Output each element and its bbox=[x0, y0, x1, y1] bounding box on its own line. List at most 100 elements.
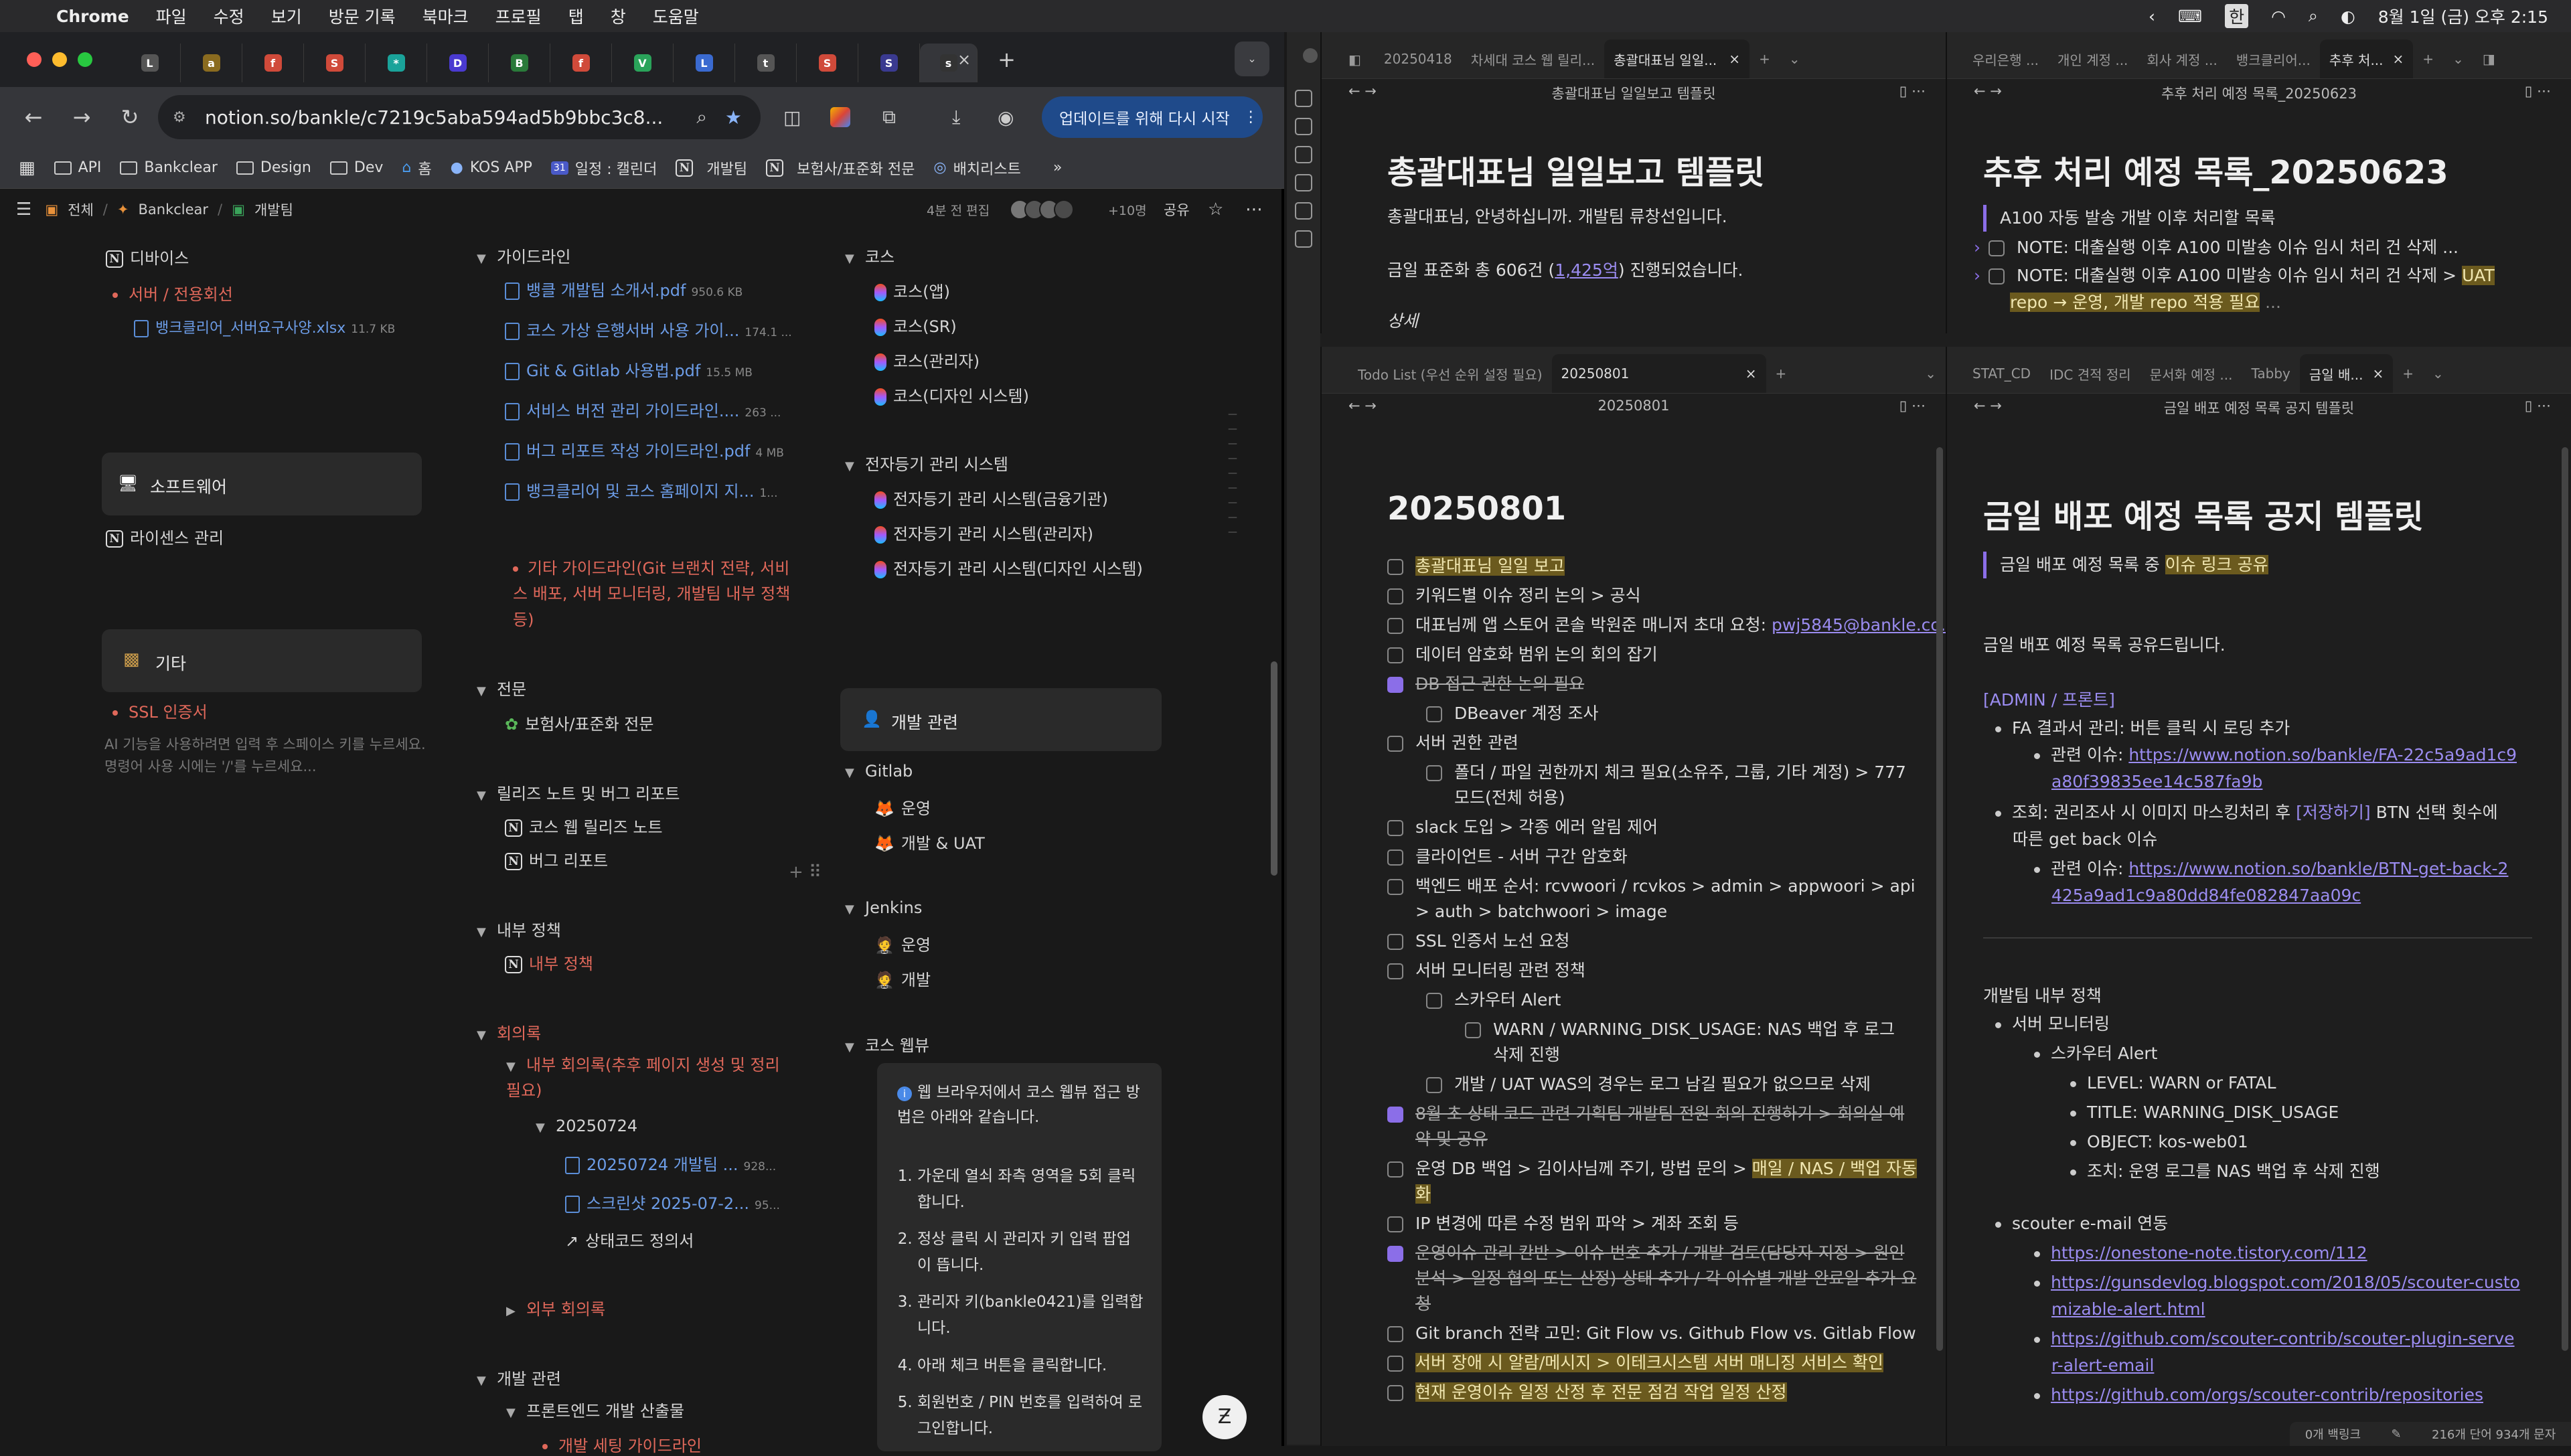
new-tab-button[interactable]: + bbox=[998, 47, 1016, 72]
back-icon[interactable]: ← → bbox=[1348, 83, 1377, 99]
browser-tab[interactable]: D bbox=[427, 44, 489, 82]
browser-tab[interactable]: a bbox=[181, 44, 242, 82]
gitlab-link[interactable]: 🦊 운영 bbox=[874, 795, 931, 819]
todo-checkbox[interactable] bbox=[1387, 1107, 1403, 1123]
tab-docs[interactable]: 문서화 예정 ... bbox=[2140, 354, 2242, 393]
browser-tab[interactable]: f bbox=[242, 44, 304, 82]
tab-woori[interactable]: 우리은행 ... bbox=[1963, 39, 2048, 78]
favorite-star-icon[interactable]: ☆ bbox=[1208, 199, 1223, 220]
bookmark-bankclear[interactable]: Bankclear bbox=[120, 159, 218, 176]
chevron-left-icon[interactable]: ‹ bbox=[2149, 7, 2155, 26]
menu-bookmarks[interactable]: 북마크 bbox=[422, 4, 469, 28]
bookmark-api[interactable]: API bbox=[54, 159, 101, 176]
new-tab-button[interactable]: + bbox=[2393, 354, 2423, 393]
menubar-clock[interactable]: 8월 1일 (금) 오후 2:15 bbox=[2378, 4, 2548, 28]
issue-link[interactable]: https://www.notion.so/bankle/BTN-get-bac… bbox=[2128, 859, 2508, 878]
attachment-file[interactable]: 버그 리포트 작성 가이드라인.pdf 4 MB bbox=[505, 438, 784, 461]
todo-checkbox[interactable] bbox=[1426, 706, 1442, 722]
menu-tab[interactable]: 탭 bbox=[568, 4, 584, 28]
tab-list-icon[interactable]: ⌄ bbox=[1916, 354, 1946, 393]
browser-tab[interactable]: B bbox=[489, 44, 550, 82]
attachment-file[interactable]: 뱅크클리어 및 코스 홈페이지 지... 1... bbox=[505, 478, 777, 501]
toggle-policy[interactable]: ▼ 내부 정책 bbox=[477, 917, 561, 941]
todo-checkbox[interactable] bbox=[1387, 820, 1403, 836]
issue-link[interactable]: https://www.notion.so/bankle/FA-22c5a9ad… bbox=[2128, 745, 2517, 764]
reading-mode-icon[interactable]: ▯ ⋯ bbox=[2525, 398, 2551, 414]
figma-link[interactable]: 전자등기 관리 시스템(디자인 시스템) bbox=[874, 556, 1143, 579]
forward-button[interactable]: → bbox=[67, 104, 96, 130]
toggle-triangle-icon[interactable]: ▼ bbox=[536, 1121, 556, 1135]
close-tab-icon[interactable]: × bbox=[1745, 366, 1757, 382]
browser-tab[interactable]: L bbox=[674, 44, 735, 82]
browser-tab[interactable]: t bbox=[735, 44, 797, 82]
todo-checkbox[interactable] bbox=[1426, 765, 1442, 781]
issue-link[interactable]: 425a9ad1c9a80dd84fe082847aa09c bbox=[2051, 886, 2361, 905]
menu-window[interactable]: 창 bbox=[611, 4, 626, 28]
todo-checkbox[interactable] bbox=[1387, 1326, 1403, 1342]
todo-checkbox[interactable] bbox=[1387, 1216, 1403, 1232]
toggle-gitlab[interactable]: ▼ Gitlab bbox=[845, 762, 913, 781]
toggle-date[interactable]: ▼ 20250724 bbox=[536, 1117, 637, 1135]
menu-icon[interactable]: ☰ bbox=[16, 199, 31, 220]
todo-checkbox[interactable] bbox=[1426, 1077, 1442, 1093]
minimize-window-button[interactable] bbox=[52, 52, 67, 67]
toggle-release[interactable]: ▼ 릴리즈 노트 및 버그 리포트 bbox=[477, 781, 680, 804]
gitlab-link[interactable]: 🦊 개발 & UAT bbox=[874, 830, 985, 854]
attachment-file[interactable]: 뱅클 개발팀 소개서.pdf 950.6 KB bbox=[505, 277, 743, 301]
issue-link[interactable]: a80f39835ee14c587fa9b bbox=[2051, 772, 2262, 791]
menu-file[interactable]: 파일 bbox=[156, 4, 187, 28]
toggle-jenkins[interactable]: ▼ Jenkins bbox=[845, 898, 922, 917]
files-icon[interactable] bbox=[1295, 90, 1312, 107]
figma-link[interactable]: 코스(앱) bbox=[874, 278, 950, 302]
people-count[interactable]: +10명 bbox=[1108, 201, 1147, 219]
attachment-file[interactable]: 코스 가상 은행서버 사용 가이... 174.1 ... bbox=[505, 317, 792, 341]
tab-daily-report[interactable]: 총괄대표님 일일... × bbox=[1604, 39, 1750, 78]
apps-grid-icon[interactable]: ▦ bbox=[19, 158, 35, 178]
tab-20250418[interactable]: 20250418 bbox=[1375, 39, 1462, 78]
save-link[interactable]: [저장하기] bbox=[2296, 803, 2371, 822]
attachment-file[interactable]: 서비스 버전 관리 가이드라인.... 263 ... bbox=[505, 398, 781, 421]
download-icon[interactable]: ⤓ bbox=[952, 106, 960, 129]
address-bar[interactable]: ⚙ notion.so/bankle/c7219c5aba594ad5b9bbc… bbox=[158, 95, 761, 139]
back-icon[interactable]: ← → bbox=[1348, 398, 1377, 414]
release-note-link[interactable]: N 코스 웹 릴리즈 노트 bbox=[505, 814, 663, 837]
todo-checkbox[interactable] bbox=[1387, 736, 1403, 752]
toggle-triangle-icon[interactable]: ▼ bbox=[477, 1374, 497, 1388]
ai-placeholder[interactable]: AI 기능을 사용하려면 입력 후 스페이스 키를 누르세요. 명령어 사용 시… bbox=[104, 734, 426, 777]
jenkins-link[interactable]: 🤵 개발 bbox=[874, 967, 931, 990]
toggle-triangle-icon[interactable]: ▼ bbox=[477, 925, 497, 939]
tab-list-icon[interactable]: ⌄ bbox=[1780, 39, 1810, 78]
checkbox[interactable] bbox=[1989, 240, 2005, 256]
todo-checkbox[interactable] bbox=[1387, 1161, 1403, 1178]
scrollbar[interactable] bbox=[1936, 447, 1943, 1351]
server-spec-file[interactable]: 뱅크클리어_서버요구사양.xlsx 11.7 KB bbox=[134, 316, 395, 337]
bookmark-star-icon[interactable]: ★ bbox=[725, 106, 742, 129]
app-name[interactable]: Chrome bbox=[56, 7, 129, 26]
tab-tabby[interactable]: Tabby bbox=[2242, 354, 2299, 393]
figma-link[interactable]: 코스(SR) bbox=[874, 313, 957, 337]
todo-checkbox[interactable] bbox=[1387, 677, 1403, 693]
bookmark-calendar[interactable]: 31 일정 : 캘린더 bbox=[550, 157, 657, 179]
software-card[interactable]: 🖥 소프트웨어 bbox=[102, 453, 422, 515]
profile-icon[interactable]: ◉ bbox=[998, 106, 1014, 129]
toggle-minutes[interactable]: ▼ 회의록 bbox=[477, 1020, 541, 1044]
bookmarks-overflow-icon[interactable]: » bbox=[1053, 159, 1062, 176]
reading-mode-icon[interactable]: ▯ ⋯ bbox=[2525, 83, 2551, 99]
toggle-triangle-icon[interactable]: ▼ bbox=[845, 252, 865, 266]
menu-help[interactable]: 도움말 bbox=[653, 4, 699, 28]
other-guideline-item[interactable]: 기타 가이드라인(Git 브랜치 전략, 서비스 배포, 서버 모니터링, 개발… bbox=[513, 556, 794, 633]
bookmark-home[interactable]: ⌂ 홈 bbox=[402, 157, 431, 179]
bookmark-batch[interactable]: ◎ 배치리스트 bbox=[933, 157, 1020, 179]
bug-report-link[interactable]: N 버그 리포트 bbox=[505, 847, 608, 871]
scrollbar[interactable] bbox=[2562, 447, 2568, 1351]
menu-view[interactable]: 보기 bbox=[271, 4, 302, 28]
bookmark-design[interactable]: Design bbox=[236, 159, 311, 176]
search-icon[interactable]: ⌕ bbox=[2309, 6, 2318, 26]
tab-20250801[interactable]: 20250801 × bbox=[1551, 354, 1766, 393]
tab-bankclear[interactable]: 뱅크클리어... bbox=[2227, 39, 2320, 78]
amount-link[interactable]: 1,425억 bbox=[1555, 260, 1618, 280]
todo-checkbox[interactable] bbox=[1387, 1385, 1403, 1401]
menu-history[interactable]: 방문 기록 bbox=[329, 4, 396, 28]
todo-checkbox[interactable] bbox=[1387, 850, 1403, 866]
breadcrumb-all[interactable]: 전체 bbox=[68, 199, 94, 220]
